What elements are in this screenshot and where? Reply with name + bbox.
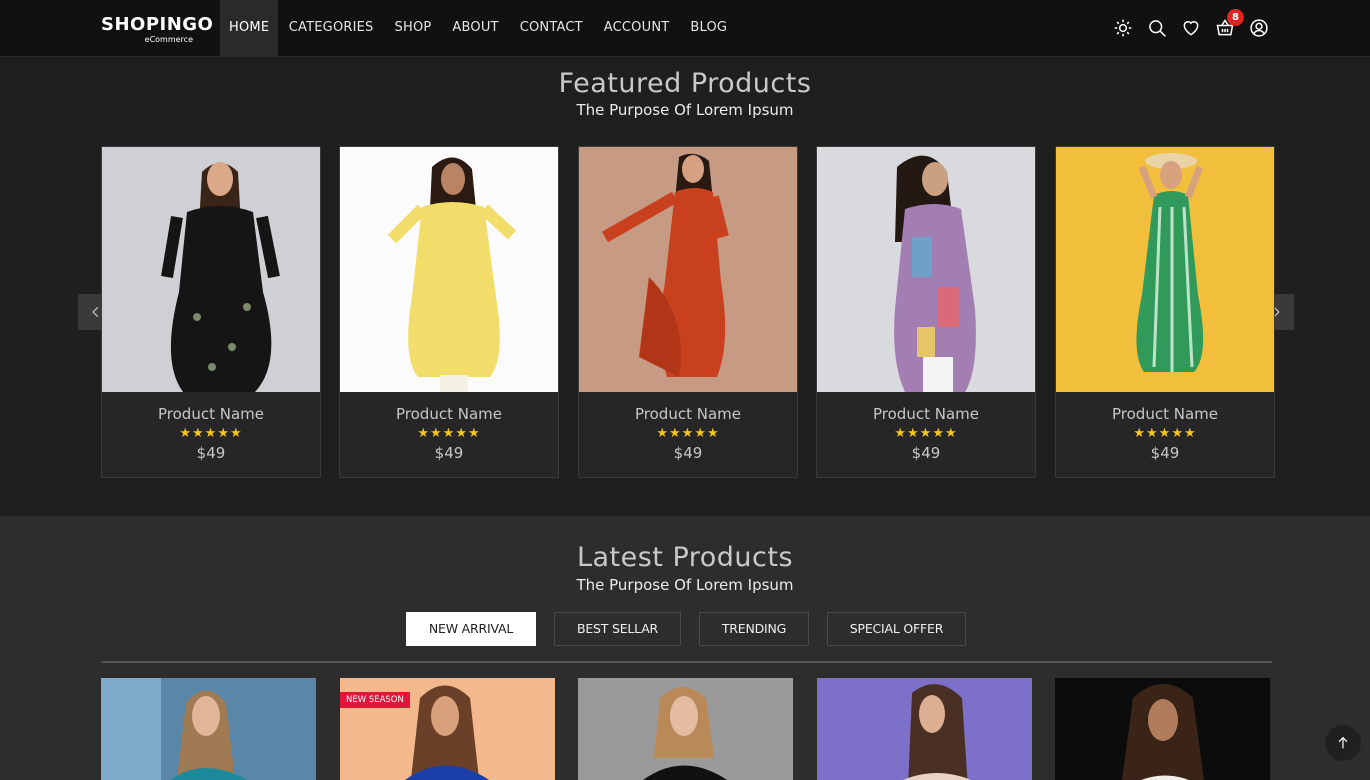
header-icons: 8 [1106, 9, 1276, 41]
product-photo [101, 678, 316, 780]
product-photo [578, 678, 793, 780]
brand-name: SHOPINGO [101, 14, 214, 35]
tab-best-seller[interactable]: BEST SELLAR [554, 612, 681, 646]
account-button[interactable] [1242, 15, 1276, 41]
rating-stars: ★★★★★ [417, 426, 481, 441]
product-price: $49 [911, 444, 941, 462]
nav-item-about[interactable]: ABOUT [442, 0, 509, 57]
user-icon [1250, 19, 1268, 37]
rating-stars: ★★★★★ [179, 426, 243, 441]
product-image[interactable] [817, 147, 1035, 392]
arrow-up-icon [1338, 736, 1348, 749]
product-price: $49 [196, 444, 226, 462]
featured-subtitle: The Purpose Of Lorem Ipsum [576, 101, 794, 119]
product-image[interactable] [102, 147, 320, 392]
rating-stars: ★★★★★ [894, 426, 958, 441]
theme-toggle-button[interactable] [1106, 15, 1140, 41]
product-photo [102, 147, 320, 392]
product-photo [1055, 678, 1270, 780]
product-image[interactable] [579, 147, 797, 392]
latest-product-image[interactable] [817, 678, 1032, 780]
rating-stars: ★★★★★ [1133, 426, 1197, 441]
latest-product-image[interactable] [101, 678, 316, 780]
product-name[interactable]: Product Name [817, 405, 1035, 423]
wishlist-button[interactable] [1174, 15, 1208, 41]
nav-item-account[interactable]: ACCOUNT [593, 0, 680, 57]
latest-product-image[interactable] [578, 678, 793, 780]
product-photo [340, 147, 558, 392]
product-card[interactable]: Product Name ★★★★★ $49 [578, 146, 798, 478]
site-header: SHOPINGO eCommerce HOME CATEGORIES SHOP … [0, 0, 1370, 57]
product-card[interactable]: Product Name ★★★★★ $49 [816, 146, 1036, 478]
product-price: $49 [673, 444, 703, 462]
featured-title: Featured Products [558, 68, 812, 99]
latest-product-image[interactable]: NEW SEASON [340, 678, 555, 780]
tabs-divider [101, 661, 1272, 663]
product-name[interactable]: Product Name [102, 405, 320, 423]
product-image[interactable] [1056, 147, 1274, 392]
product-photo [817, 678, 1032, 780]
tab-special-offer[interactable]: SPECIAL OFFER [827, 612, 966, 646]
featured-section: Featured Products The Purpose Of Lorem I… [0, 58, 1370, 516]
nav-item-contact[interactable]: CONTACT [509, 0, 593, 57]
product-name[interactable]: Product Name [579, 405, 797, 423]
main-nav: HOME CATEGORIES SHOP ABOUT CONTACT ACCOU… [220, 0, 738, 57]
search-button[interactable] [1140, 15, 1174, 41]
latest-title: Latest Products [576, 542, 794, 573]
product-card[interactable]: Product Name ★★★★★ $49 [339, 146, 559, 478]
scroll-to-top-button[interactable] [1325, 725, 1361, 761]
tab-trending[interactable]: TRENDING [699, 612, 809, 646]
sun-icon [1114, 19, 1132, 37]
product-card[interactable]: Product Name ★★★★★ $49 [101, 146, 321, 478]
latest-product-image[interactable] [1055, 678, 1270, 780]
nav-item-home[interactable]: HOME [220, 0, 279, 57]
search-icon [1149, 20, 1166, 37]
latest-subtitle: The Purpose Of Lorem Ipsum [576, 576, 794, 594]
product-image[interactable] [340, 147, 558, 392]
brand-tagline: eCommerce [144, 35, 193, 44]
heart-icon [1183, 21, 1199, 36]
new-season-tag: NEW SEASON [340, 692, 410, 708]
product-photo [579, 147, 797, 392]
product-name[interactable]: Product Name [1056, 405, 1274, 423]
rating-stars: ★★★★★ [656, 426, 720, 441]
latest-section: Latest Products The Purpose Of Lorem Ips… [0, 516, 1370, 780]
brand-logo[interactable]: SHOPINGO eCommerce [101, 14, 214, 45]
product-photo [817, 147, 1035, 392]
nav-item-blog[interactable]: BLOG [680, 0, 738, 57]
nav-item-shop[interactable]: SHOP [384, 0, 442, 57]
product-price: $49 [1150, 444, 1180, 462]
product-name[interactable]: Product Name [340, 405, 558, 423]
tab-new-arrival[interactable]: NEW ARRIVAL [406, 612, 536, 646]
nav-item-categories[interactable]: CATEGORIES [278, 0, 384, 57]
product-card[interactable]: Product Name ★★★★★ $49 [1055, 146, 1275, 478]
product-price: $49 [434, 444, 464, 462]
product-photo [1056, 147, 1274, 392]
cart-button[interactable]: 8 [1208, 9, 1244, 41]
